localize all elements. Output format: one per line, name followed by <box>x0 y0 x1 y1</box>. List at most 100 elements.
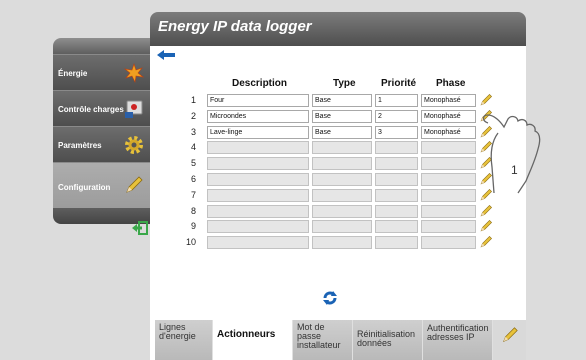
description-field[interactable] <box>207 173 309 186</box>
hand-pointer-callout <box>482 114 541 194</box>
column-header-priority: Priorité <box>381 78 417 89</box>
table-row: 9 <box>170 220 500 234</box>
row-number: 6 <box>190 174 196 184</box>
priority-field[interactable] <box>375 220 418 234</box>
table-row: 3 Lave-linge Base 3 Monophasé <box>170 125 500 140</box>
type-field[interactable] <box>312 157 372 171</box>
bottom-tab-bar: Lignes d'energie Actionneurs Mot de pass… <box>150 320 526 360</box>
edit-tab[interactable] <box>493 320 526 360</box>
table-row: 6 <box>170 173 500 187</box>
type-field[interactable] <box>312 236 372 250</box>
row-number: 4 <box>190 142 196 153</box>
tab-mot-de-passe[interactable]: Mot de passe installateur <box>293 320 353 360</box>
table-row: 10 <box>170 236 500 250</box>
priority-field[interactable] <box>375 141 418 155</box>
row-number: 5 <box>190 158 196 169</box>
phase-field[interactable]: Monophasé <box>421 109 476 123</box>
row-number: 1 <box>190 95 196 105</box>
phase-field[interactable]: Monophasé <box>421 125 476 139</box>
edit-row-pencil-icon[interactable] <box>479 204 493 218</box>
table-row: 4 <box>170 141 500 155</box>
phase-field[interactable] <box>421 157 476 171</box>
table-row: 5 <box>170 157 500 171</box>
column-header-description: Description <box>232 78 288 89</box>
tab-label: Réinitialisation données <box>357 329 416 348</box>
column-header-phase: Phase <box>436 78 466 89</box>
description-field[interactable] <box>207 204 309 218</box>
priority-field[interactable] <box>375 188 418 202</box>
description-field[interactable] <box>207 236 309 250</box>
tab-authentification[interactable]: Authentification adresses IP <box>423 320 493 360</box>
priority-field[interactable]: 1 <box>375 94 418 107</box>
phase-field[interactable] <box>421 204 476 218</box>
type-field[interactable] <box>312 188 372 202</box>
phase-field[interactable] <box>421 220 476 234</box>
phase-field[interactable] <box>421 188 476 202</box>
row-number: 2 <box>190 110 196 121</box>
tab-label: Actionneurs <box>217 329 276 340</box>
table-row: 7 <box>170 188 500 203</box>
edit-row-pencil-icon[interactable] <box>479 219 493 233</box>
sidebar-item-controle-charges[interactable]: Contrôle charges <box>53 90 150 126</box>
sidebar-item-label: Paramètres <box>58 141 102 150</box>
pencil-icon <box>126 176 143 193</box>
pencil-icon <box>503 327 518 342</box>
callout-number: 1 <box>511 163 518 177</box>
phase-field[interactable]: Monophasé <box>421 94 476 107</box>
tab-lignes-energie[interactable]: Lignes d'energie <box>155 320 213 360</box>
description-field[interactable] <box>207 220 309 234</box>
title-bar: Energy IP data logger <box>150 12 526 46</box>
tab-label: Authentification adresses IP <box>427 323 489 342</box>
type-field[interactable] <box>312 141 372 155</box>
gear-icon <box>125 136 143 154</box>
sidebar: Énergie Contrôle charges Paramètres Conf… <box>53 38 150 224</box>
phase-field[interactable] <box>421 173 476 186</box>
row-number: 8 <box>190 205 196 216</box>
description-field[interactable]: Lave-linge <box>207 125 309 139</box>
type-field[interactable] <box>312 220 372 234</box>
row-number: 7 <box>190 189 196 200</box>
type-field[interactable]: Base <box>312 125 372 139</box>
back-arrow-icon[interactable] <box>157 50 175 60</box>
type-field[interactable]: Base <box>312 94 372 107</box>
sidebar-item-configuration[interactable]: Configuration <box>53 162 150 208</box>
sidebar-item-energie[interactable]: Énergie <box>53 54 150 90</box>
description-field[interactable] <box>207 188 309 202</box>
priority-field[interactable]: 2 <box>375 109 418 123</box>
sidebar-item-parametres[interactable]: Paramètres <box>53 126 150 162</box>
column-header-type: Type <box>333 78 356 89</box>
app-title: Energy IP data logger <box>158 18 312 35</box>
table-row: 8 <box>170 204 500 219</box>
description-field[interactable]: Microondes <box>207 109 309 123</box>
description-field[interactable]: Four <box>207 94 309 107</box>
tab-reinitialisation[interactable]: Réinitialisation données <box>353 320 423 360</box>
type-field[interactable]: Base <box>312 109 372 123</box>
row-number: 10 <box>185 237 196 248</box>
priority-field[interactable]: 3 <box>375 125 418 139</box>
energy-burst-icon <box>124 63 144 83</box>
row-number: 3 <box>190 126 196 137</box>
type-field[interactable] <box>312 173 372 186</box>
description-field[interactable] <box>207 141 309 155</box>
sidebar-item-label: Énergie <box>58 69 88 78</box>
priority-field[interactable] <box>375 157 418 171</box>
type-field[interactable] <box>312 204 372 218</box>
tab-actionneurs[interactable]: Actionneurs <box>213 320 293 360</box>
sidebar-item-label: Configuration <box>58 183 111 192</box>
phase-field[interactable] <box>421 236 476 250</box>
priority-field[interactable] <box>375 236 418 250</box>
table-row: 2 Microondes Base 2 Monophasé <box>170 109 500 124</box>
phase-field[interactable] <box>421 141 476 155</box>
refresh-icon[interactable] <box>322 290 338 306</box>
table-row: 1 Four Base 1 Monophasé <box>170 94 500 108</box>
description-field[interactable] <box>207 157 309 171</box>
priority-field[interactable] <box>375 173 418 186</box>
edit-row-pencil-icon[interactable] <box>479 235 493 249</box>
priority-field[interactable] <box>375 204 418 218</box>
row-number: 9 <box>190 221 196 232</box>
exit-icon[interactable] <box>132 221 148 235</box>
load-control-icon <box>125 100 143 118</box>
tab-label: Lignes d'energie <box>159 322 196 341</box>
sidebar-top-cap <box>53 38 150 54</box>
tab-label: Mot de passe installateur <box>297 322 341 350</box>
